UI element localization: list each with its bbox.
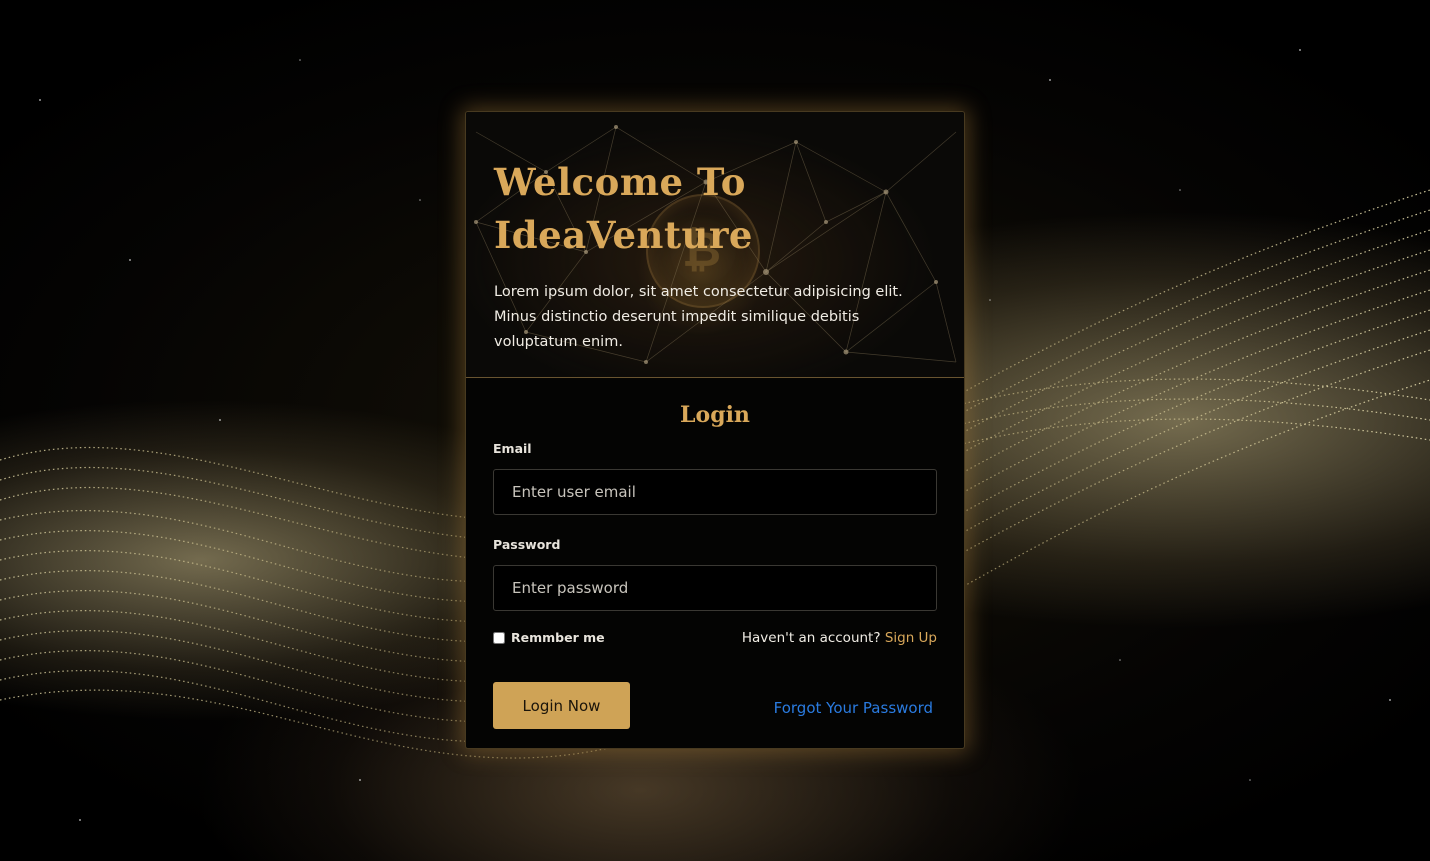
email-input[interactable] (493, 469, 937, 515)
signup-prompt-text: Haven't an account? (741, 630, 885, 646)
page-background: ₿ Welcome To IdeaVenture Lorem ipsum dol… (0, 0, 1430, 861)
email-label: Email (493, 441, 532, 456)
login-now-button[interactable]: Login Now (493, 682, 630, 729)
remember-me-checkbox[interactable] (493, 631, 505, 644)
login-card: ₿ Welcome To IdeaVenture Lorem ipsum dol… (465, 111, 965, 749)
password-input[interactable] (493, 565, 937, 611)
remember-me-label: Remmber me (511, 630, 605, 645)
welcome-title: Welcome To IdeaVenture (494, 160, 753, 257)
forgot-password-link[interactable]: Forgot Your Password (774, 699, 933, 717)
welcome-banner: ₿ Welcome To IdeaVenture Lorem ipsum dol… (466, 112, 964, 378)
welcome-description: Lorem ipsum dolor, sit amet consectetur … (494, 284, 903, 350)
signup-link[interactable]: Sign Up (885, 630, 937, 646)
login-heading: Login (680, 402, 750, 428)
password-label: Password (493, 537, 561, 552)
remember-me-group: Remmber me (493, 630, 605, 645)
signup-prompt: Haven't an account? Sign Up (742, 630, 937, 646)
